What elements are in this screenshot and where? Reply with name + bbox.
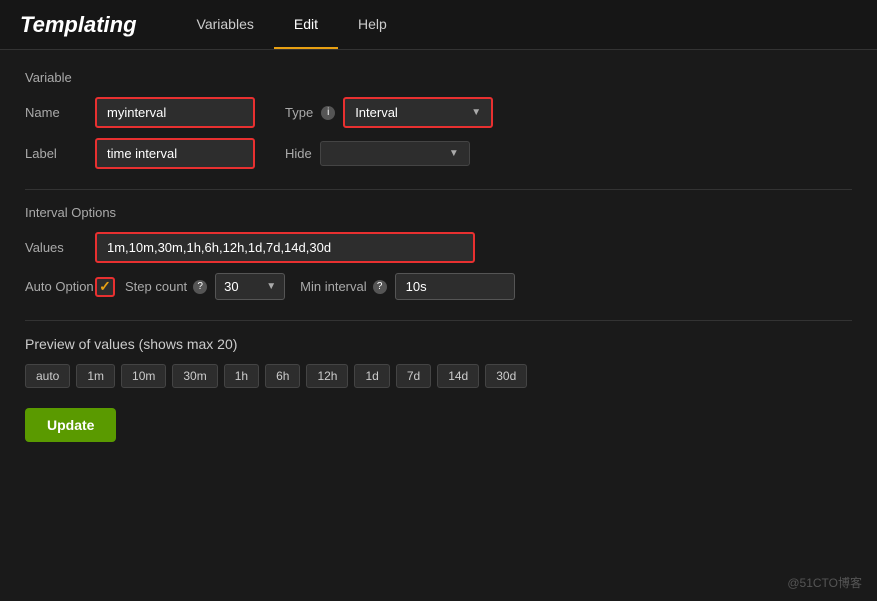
top-bar: Templating Variables Edit Help	[0, 0, 877, 50]
interval-section-label: Interval Options	[25, 205, 852, 220]
app-title: Templating	[20, 12, 137, 38]
checkmark-icon: ✓	[99, 278, 111, 295]
preview-section: Preview of values (shows max 20) auto1m1…	[25, 336, 852, 388]
min-interval-label: Min interval	[300, 279, 366, 294]
preview-tag: 10m	[121, 364, 166, 388]
preview-tag: 1m	[76, 364, 115, 388]
type-label: Type	[285, 105, 313, 120]
chevron-down-icon3: ▼	[266, 281, 276, 292]
preview-tag: auto	[25, 364, 70, 388]
variable-section: Variable Name Type i Interval ▼ Label Hi…	[25, 70, 852, 169]
preview-tag: 30m	[172, 364, 217, 388]
hide-select[interactable]: ▼	[320, 141, 470, 166]
min-interval-value: 10s	[395, 273, 515, 300]
update-button[interactable]: Update	[25, 408, 116, 442]
label-label: Label	[25, 146, 95, 161]
auto-option-label: Auto Option	[25, 279, 95, 294]
tab-edit[interactable]: Edit	[274, 0, 338, 49]
hide-label: Hide	[285, 146, 312, 161]
interval-section: Interval Options Values Auto Option ✓ St…	[25, 205, 852, 300]
type-select[interactable]: Interval ▼	[343, 97, 493, 128]
preview-tag: 30d	[485, 364, 527, 388]
preview-tag: 14d	[437, 364, 479, 388]
preview-tag: 12h	[306, 364, 348, 388]
label-input[interactable]	[95, 138, 255, 169]
variable-section-label: Variable	[25, 70, 852, 85]
name-input[interactable]	[95, 97, 255, 128]
name-label: Name	[25, 105, 95, 120]
auto-option-checkbox[interactable]: ✓	[95, 277, 115, 297]
nav-tabs: Variables Edit Help	[177, 0, 407, 49]
preview-tag: 1h	[224, 364, 259, 388]
preview-tag: 1d	[354, 364, 389, 388]
step-select[interactable]: 30 ▼	[215, 273, 285, 300]
divider1	[25, 189, 852, 190]
divider2	[25, 320, 852, 321]
tab-help[interactable]: Help	[338, 0, 407, 49]
type-info-icon: i	[321, 106, 335, 120]
preview-tag: 6h	[265, 364, 300, 388]
preview-title: Preview of values (shows max 20)	[25, 336, 852, 352]
preview-tags: auto1m10m30m 1h6h12h1d 7d14d30d	[25, 364, 852, 388]
step-info-icon: ?	[193, 280, 207, 294]
min-interval-info-icon: ?	[373, 280, 387, 294]
tab-variables[interactable]: Variables	[177, 0, 274, 49]
preview-tag: 7d	[396, 364, 431, 388]
values-input[interactable]	[95, 232, 475, 263]
values-label: Values	[25, 240, 95, 255]
watermark: @51CTO博客	[787, 574, 862, 591]
chevron-down-icon: ▼	[471, 107, 481, 118]
chevron-down-icon2: ▼	[449, 148, 459, 159]
step-count-label: Step count	[125, 279, 187, 294]
